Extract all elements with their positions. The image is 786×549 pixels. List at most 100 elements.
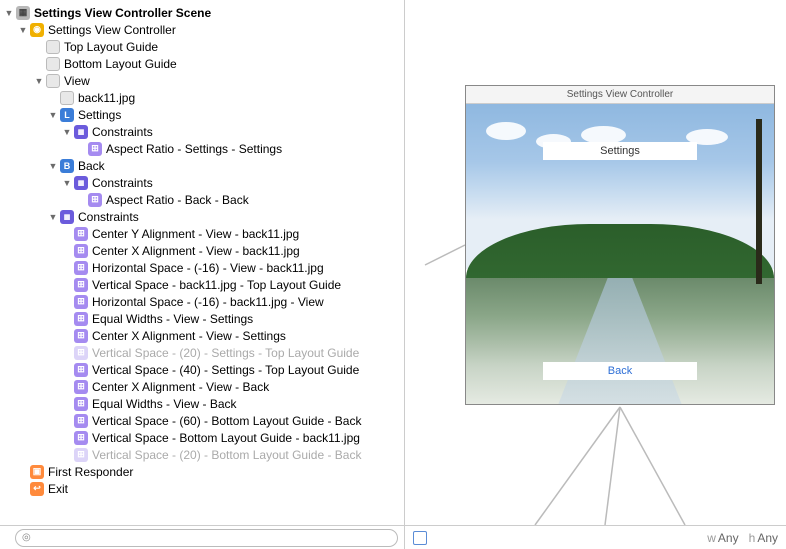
constraints-label: Constraints: [92, 176, 153, 190]
constraint-label: Vertical Space - Bottom Layout Guide - b…: [92, 431, 360, 445]
first-responder-icon: ▣: [30, 465, 44, 479]
constraint-row[interactable]: ⊞ Center X Alignment - View - back11.jpg: [0, 242, 404, 259]
label-icon: L: [60, 108, 74, 122]
viewcontroller-label: Settings View Controller: [48, 23, 176, 37]
outline-filter-input[interactable]: [15, 529, 398, 547]
scene-label: Settings View Controller Scene: [34, 6, 211, 20]
constraint-label: Vertical Space - (20) - Bottom Layout Gu…: [92, 448, 361, 462]
constraint-icon: ⊞: [74, 431, 88, 445]
constraint-icon: ⊞: [74, 312, 88, 326]
constraint-icon: ⊞: [74, 261, 88, 275]
exit-row[interactable]: ↩ Exit: [0, 480, 404, 497]
disclosure-icon[interactable]: [48, 212, 58, 222]
constraint-icon: ⊞: [74, 278, 88, 292]
disclosure-icon[interactable]: [4, 8, 14, 18]
constraint-label: Center X Alignment - View - Settings: [92, 329, 286, 343]
size-class-h-prefix: h: [749, 531, 756, 545]
constraint-row[interactable]: ⊞ Vertical Space - Bottom Layout Guide - …: [0, 429, 404, 446]
outline-tree[interactable]: ▦ Settings View Controller Scene ◉ Setti…: [0, 0, 404, 525]
constraint-row-disabled[interactable]: ⊞ Vertical Space - (20) - Bottom Layout G…: [0, 446, 404, 463]
constraint-row[interactable]: ⊞ Equal Widths - View - Back: [0, 395, 404, 412]
constraint-row[interactable]: ⊞Center X Alignment - View - Back: [0, 378, 404, 395]
button-back-row[interactable]: B Back: [0, 157, 404, 174]
back-button-label: Back: [78, 159, 105, 173]
constraint-label: Horizontal Space - (-16) - View - back11…: [92, 261, 324, 275]
constraints-group-row[interactable]: ▦ Constraints: [0, 208, 404, 225]
constraint-label: Center Y Alignment - View - back11.jpg: [92, 227, 299, 241]
disclosure-icon[interactable]: [62, 127, 72, 137]
constraint-icon: ⊞: [74, 295, 88, 309]
label-settings-row[interactable]: L Settings: [0, 106, 404, 123]
constraint-label: Vertical Space - (40) - Settings - Top L…: [92, 363, 359, 377]
constraint-row[interactable]: ⊞ Equal Widths - View - Settings: [0, 310, 404, 327]
imageview-label: back11.jpg: [78, 91, 135, 105]
constraint-icon: ⊞: [74, 346, 88, 360]
viewcontroller-icon: ◉: [30, 23, 44, 37]
constraint-row[interactable]: ⊞ Aspect Ratio - Back - Back: [0, 191, 404, 208]
top-layout-guide-row[interactable]: Top Layout Guide: [0, 38, 404, 55]
viewcontroller-row[interactable]: ◉ Settings View Controller: [0, 21, 404, 38]
constraint-label: Vertical Space - (20) - Settings - Top L…: [92, 346, 359, 360]
constraint-label: Equal Widths - View - Settings: [92, 312, 253, 326]
image-icon: [60, 91, 74, 105]
size-class-h-value: Any: [757, 531, 778, 545]
constraint-label: Vertical Space - (60) - Bottom Layout Gu…: [92, 414, 361, 428]
first-responder-row[interactable]: ▣ First Responder: [0, 463, 404, 480]
view-label: View: [64, 74, 90, 88]
constraint-row[interactable]: ⊞ Horizontal Space - (-16) - back11.jpg -…: [0, 293, 404, 310]
constraint-row[interactable]: ⊞Vertical Space - (60) - Bottom Layout G…: [0, 412, 404, 429]
disclosure-icon[interactable]: [34, 76, 44, 86]
constraint-icon: ⊞: [88, 193, 102, 207]
constraints-group-row[interactable]: ▦ Constraints: [0, 174, 404, 191]
disclosure-icon[interactable]: [18, 25, 28, 35]
back-button-preview[interactable]: Back: [543, 362, 697, 380]
filter-icon: ◎: [22, 532, 31, 543]
background-tree-trunk: [756, 119, 762, 284]
constraint-icon: ⊞: [74, 363, 88, 377]
disclosure-icon[interactable]: [48, 161, 58, 171]
constraint-label: Equal Widths - View - Back: [92, 397, 237, 411]
constraints-group-icon: ▦: [60, 210, 74, 224]
constraint-icon: ⊞: [74, 380, 88, 394]
view-row[interactable]: View: [0, 72, 404, 89]
scene-row[interactable]: ▦ Settings View Controller Scene: [0, 4, 404, 21]
constraint-label: Aspect Ratio - Back - Back: [106, 193, 249, 207]
scene-preview[interactable]: Settings View Controller Settings Back: [465, 85, 775, 405]
cloud-icon: [486, 122, 526, 140]
constraint-row[interactable]: ⊞ Vertical Space - (40) - Settings - Top …: [0, 361, 404, 378]
constraint-row[interactable]: ⊞Center X Alignment - View - Settings: [0, 327, 404, 344]
size-class-control[interactable]: wAny hAny: [707, 531, 778, 545]
layout-guide-icon: [46, 40, 60, 54]
disclosure-icon[interactable]: [48, 110, 58, 120]
size-class-w-value: Any: [718, 531, 739, 545]
constraint-label: Center X Alignment - View - back11.jpg: [92, 244, 300, 258]
constraint-label: Horizontal Space - (-16) - back11.jpg - …: [92, 295, 324, 309]
settings-label-preview[interactable]: Settings: [543, 142, 697, 160]
size-class-w-prefix: w: [707, 531, 716, 545]
exit-label: Exit: [48, 482, 68, 496]
canvas-toolbar: wAny hAny: [405, 525, 786, 549]
constraint-label: Vertical Space - back11.jpg - Top Layout…: [92, 278, 341, 292]
imageview-row[interactable]: back11.jpg: [0, 89, 404, 106]
constraints-group-row[interactable]: ▦ Constraints: [0, 123, 404, 140]
constraint-row[interactable]: ⊞Center Y Alignment - View - back11.jpg: [0, 225, 404, 242]
constraints-label: Constraints: [78, 210, 139, 224]
layout-guide-icon: [46, 57, 60, 71]
constraint-row[interactable]: ⊞ Vertical Space - back11.jpg - Top Layou…: [0, 276, 404, 293]
constraints-group-icon: ▦: [74, 125, 88, 139]
constraint-icon: ⊞: [74, 448, 88, 462]
constraint-icon: ⊞: [74, 244, 88, 258]
first-responder-label: First Responder: [48, 465, 133, 479]
constraint-icon: ⊞: [74, 397, 88, 411]
storyboard-canvas[interactable]: Settings View Controller Settings Back w: [405, 0, 786, 549]
disclosure-icon[interactable]: [62, 178, 72, 188]
constraint-row-disabled[interactable]: ⊞ Vertical Space - (20) - Settings - Top …: [0, 344, 404, 361]
scene-preview-body: Settings Back: [466, 104, 774, 404]
constraints-group-icon: ▦: [74, 176, 88, 190]
toggle-outline-icon[interactable]: [413, 531, 427, 545]
constraint-row[interactable]: ⊞ Aspect Ratio - Settings - Settings: [0, 140, 404, 157]
bottom-layout-guide-row[interactable]: Bottom Layout Guide: [0, 55, 404, 72]
constraint-row[interactable]: ⊞ Horizontal Space - (-16) - View - back1…: [0, 259, 404, 276]
settings-label: Settings: [78, 108, 121, 122]
bottom-layout-guide-label: Bottom Layout Guide: [64, 57, 177, 71]
